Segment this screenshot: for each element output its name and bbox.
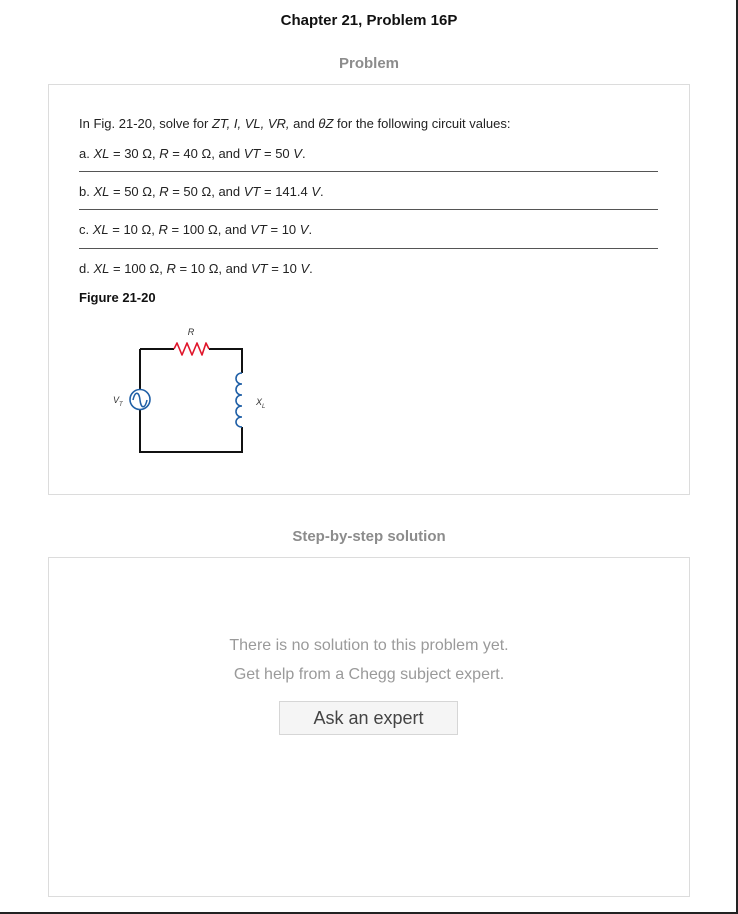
ask-an-expert-button[interactable]: Ask an expert <box>279 701 458 735</box>
source-label: VT <box>113 395 124 408</box>
problem-heading: Problem <box>338 55 399 72</box>
resistor-label: R <box>188 327 195 337</box>
inductor-symbol <box>235 372 243 428</box>
problem-part-d: d. XL = 100 Ω, R = 10 Ω, and VT = 10 V. <box>79 261 313 276</box>
resistor-symbol <box>173 342 210 356</box>
inductor-label: XL <box>255 397 265 410</box>
circuit-figure: R VT XL <box>113 327 265 453</box>
circuit-wires <box>139 348 243 453</box>
get-help-message: Get help from a Chegg subject expert. <box>233 666 505 683</box>
solution-panel: There is no solution to this problem yet… <box>48 557 690 897</box>
page-title: Chapter 21, Problem 16P <box>280 12 458 29</box>
problem-part-a: a. XL = 30 Ω, R = 40 Ω, and VT = 50 V. <box>79 146 306 161</box>
solution-heading: Step-by-step solution <box>292 528 446 545</box>
divider <box>79 248 658 249</box>
problem-part-b: b. XL = 50 Ω, R = 50 Ω, and VT = 141.4 V… <box>79 184 324 199</box>
figure-label: Figure 21-20 <box>79 290 156 305</box>
divider <box>79 171 658 172</box>
problem-panel: In Fig. 21-20, solve for ZT, I, VL, VR, … <box>48 84 690 495</box>
problem-intro: In Fig. 21-20, solve for ZT, I, VL, VR, … <box>79 116 511 131</box>
divider <box>79 209 658 210</box>
no-solution-message: There is no solution to this problem yet… <box>229 637 509 654</box>
problem-part-c: c. XL = 10 Ω, R = 100 Ω, and VT = 10 V. <box>79 222 313 237</box>
